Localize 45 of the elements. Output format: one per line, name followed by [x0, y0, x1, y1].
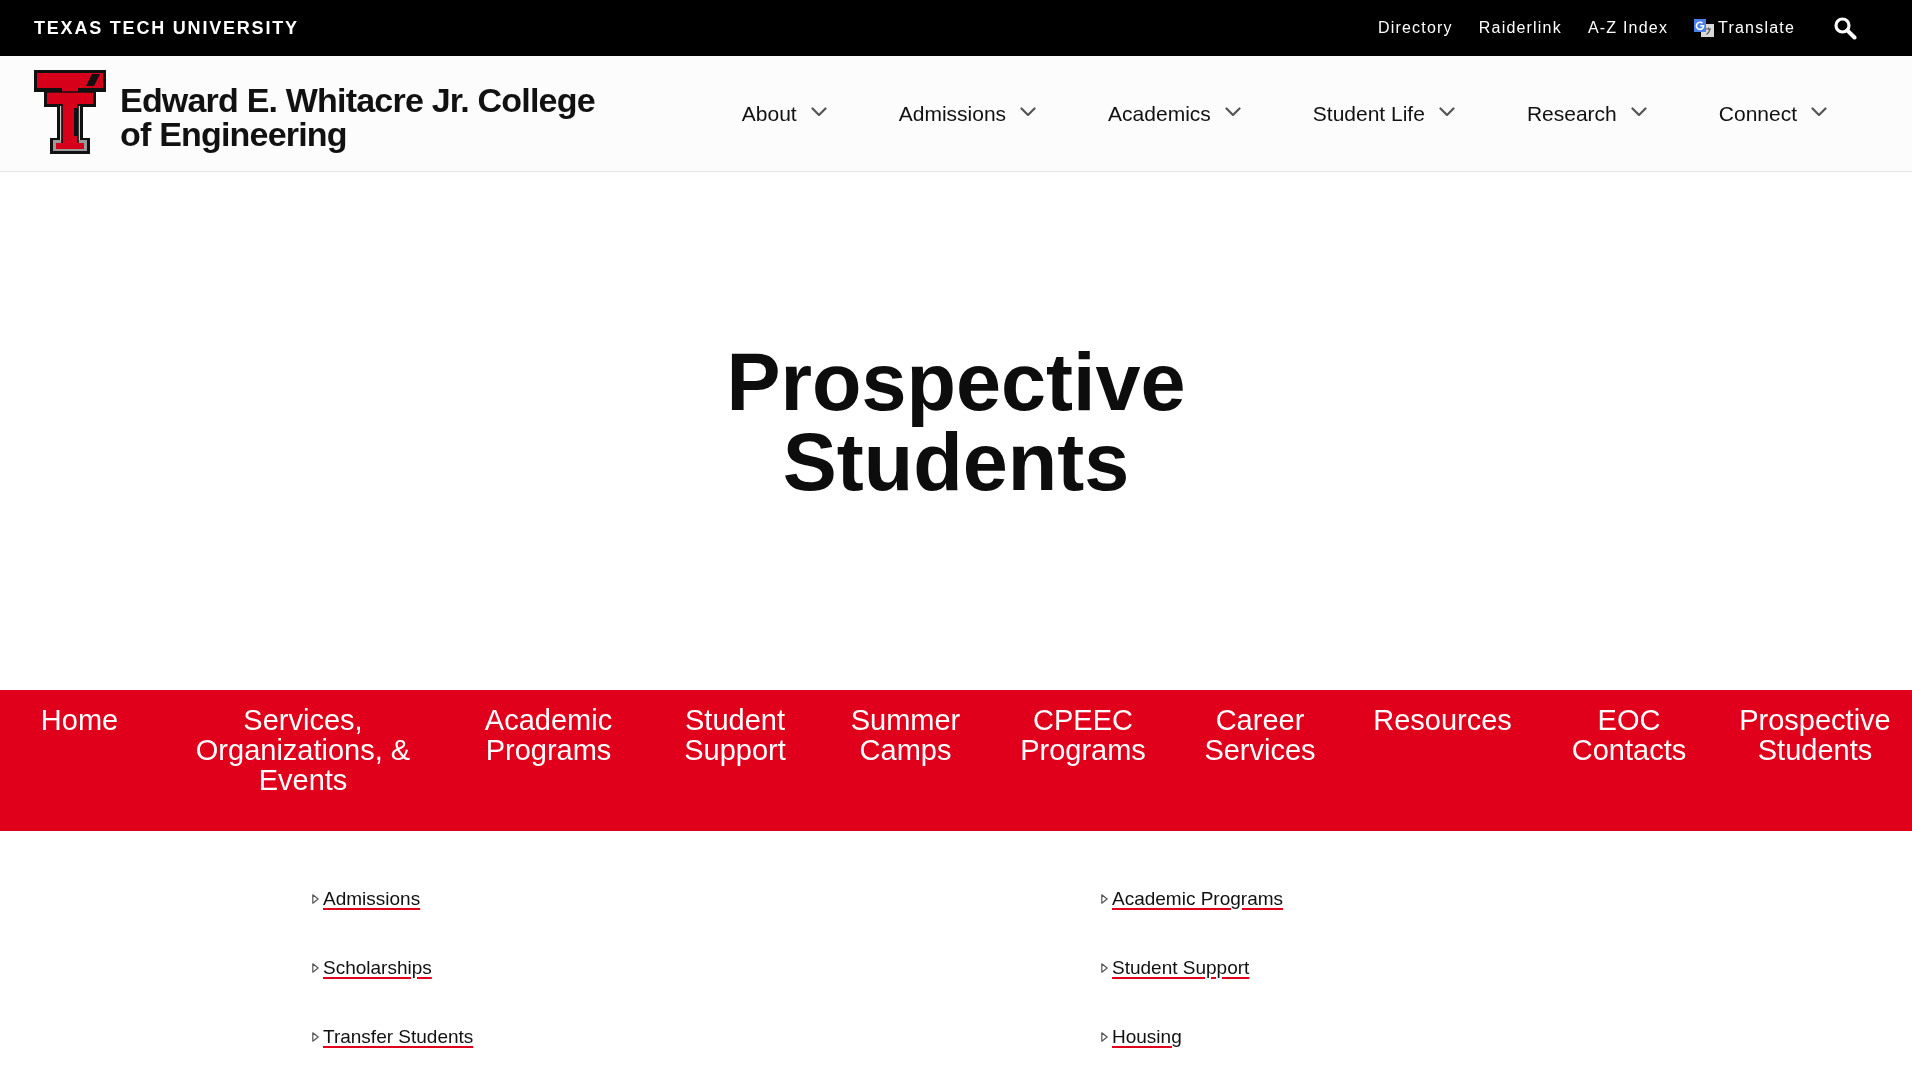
page-link[interactable]: Housing — [1112, 1025, 1182, 1049]
page-title: Prospective Students — [725, 342, 1187, 502]
chevron-down-icon — [1630, 106, 1647, 117]
section-nav-link[interactable]: Services, Organizations, & Events — [159, 705, 447, 795]
chevron-down-icon — [810, 106, 827, 117]
section-nav-link[interactable]: EOC Contacts — [1540, 705, 1718, 765]
triangle-bullet-icon — [1101, 1032, 1108, 1042]
college-name-link[interactable]: Edward E. Whitacre Jr. College of Engineering — [120, 82, 615, 151]
section-nav-link[interactable]: Career Services — [1175, 705, 1345, 765]
page-link[interactable]: Admissions — [323, 887, 421, 911]
nav-menu-button[interactable]: Admissions — [898, 101, 1037, 126]
page-link[interactable]: Student Support — [1112, 956, 1250, 980]
triangle-bullet-icon — [312, 963, 319, 973]
top-link[interactable]: Directory — [1377, 19, 1453, 37]
page-link[interactable]: Transfer Students — [323, 1025, 474, 1049]
section-nav-link[interactable]: CPEEC Programs — [991, 705, 1175, 765]
chevron-down-icon — [1811, 106, 1827, 117]
chevron-down-icon — [1224, 106, 1241, 117]
page-link[interactable]: Academic Programs — [1112, 887, 1284, 911]
top-link[interactable]: Raiderlink — [1478, 19, 1562, 37]
translate-icon — [1694, 19, 1715, 37]
section-nav-link[interactable]: Prospective Students — [1718, 705, 1912, 765]
nav-menu-button[interactable]: Student Life — [1312, 101, 1455, 126]
chevron-down-icon — [1020, 106, 1037, 117]
chevron-down-icon — [1438, 106, 1455, 117]
translate-link[interactable]: Translate — [1694, 19, 1795, 37]
triangle-bullet-icon — [1101, 963, 1108, 973]
triangle-bullet-icon — [312, 1032, 319, 1042]
section-nav-link[interactable]: Student Support — [650, 705, 820, 765]
nav-menu-button[interactable]: Connect — [1718, 101, 1827, 126]
page-link[interactable]: Scholarships — [323, 956, 432, 980]
top-link[interactable]: A-Z Index — [1587, 19, 1669, 37]
nav-menu-button[interactable]: Research — [1526, 101, 1647, 126]
double-t-logo-icon — [34, 70, 106, 154]
section-nav-link[interactable]: Home — [40, 705, 119, 735]
search-button[interactable] — [1833, 16, 1857, 40]
nav-menu-button[interactable]: About — [741, 101, 827, 126]
search-icon — [1833, 16, 1857, 40]
triangle-bullet-icon — [312, 894, 319, 904]
university-link[interactable]: TEXAS TECH UNIVERSITY — [34, 17, 299, 39]
nav-menu-button[interactable]: Academics — [1108, 101, 1241, 126]
section-nav-link[interactable]: Academic Programs — [447, 705, 650, 765]
section-nav-link[interactable]: Resources — [1373, 705, 1512, 735]
section-nav-link[interactable]: Summer Camps — [820, 705, 991, 765]
triangle-bullet-icon — [1101, 894, 1108, 904]
